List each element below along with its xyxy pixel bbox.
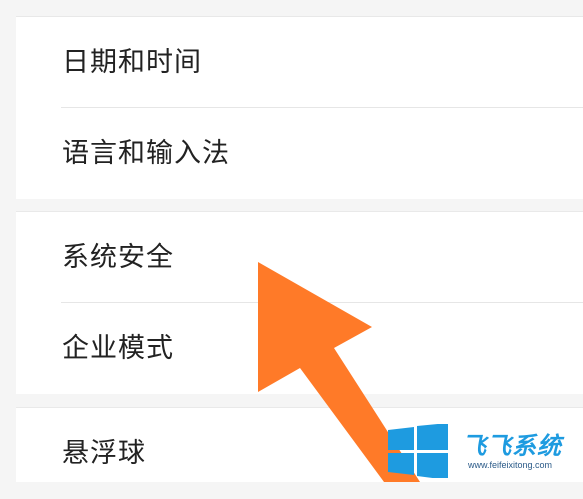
watermark-url: www.feifeixitong.com [468, 460, 553, 470]
arrow-up-left-icon [258, 262, 420, 482]
watermark-brand: 飞飞系统 [462, 432, 562, 460]
windows-logo-icon [388, 424, 448, 478]
watermark: 飞飞系统 www.feifeixitong.com [386, 424, 583, 482]
